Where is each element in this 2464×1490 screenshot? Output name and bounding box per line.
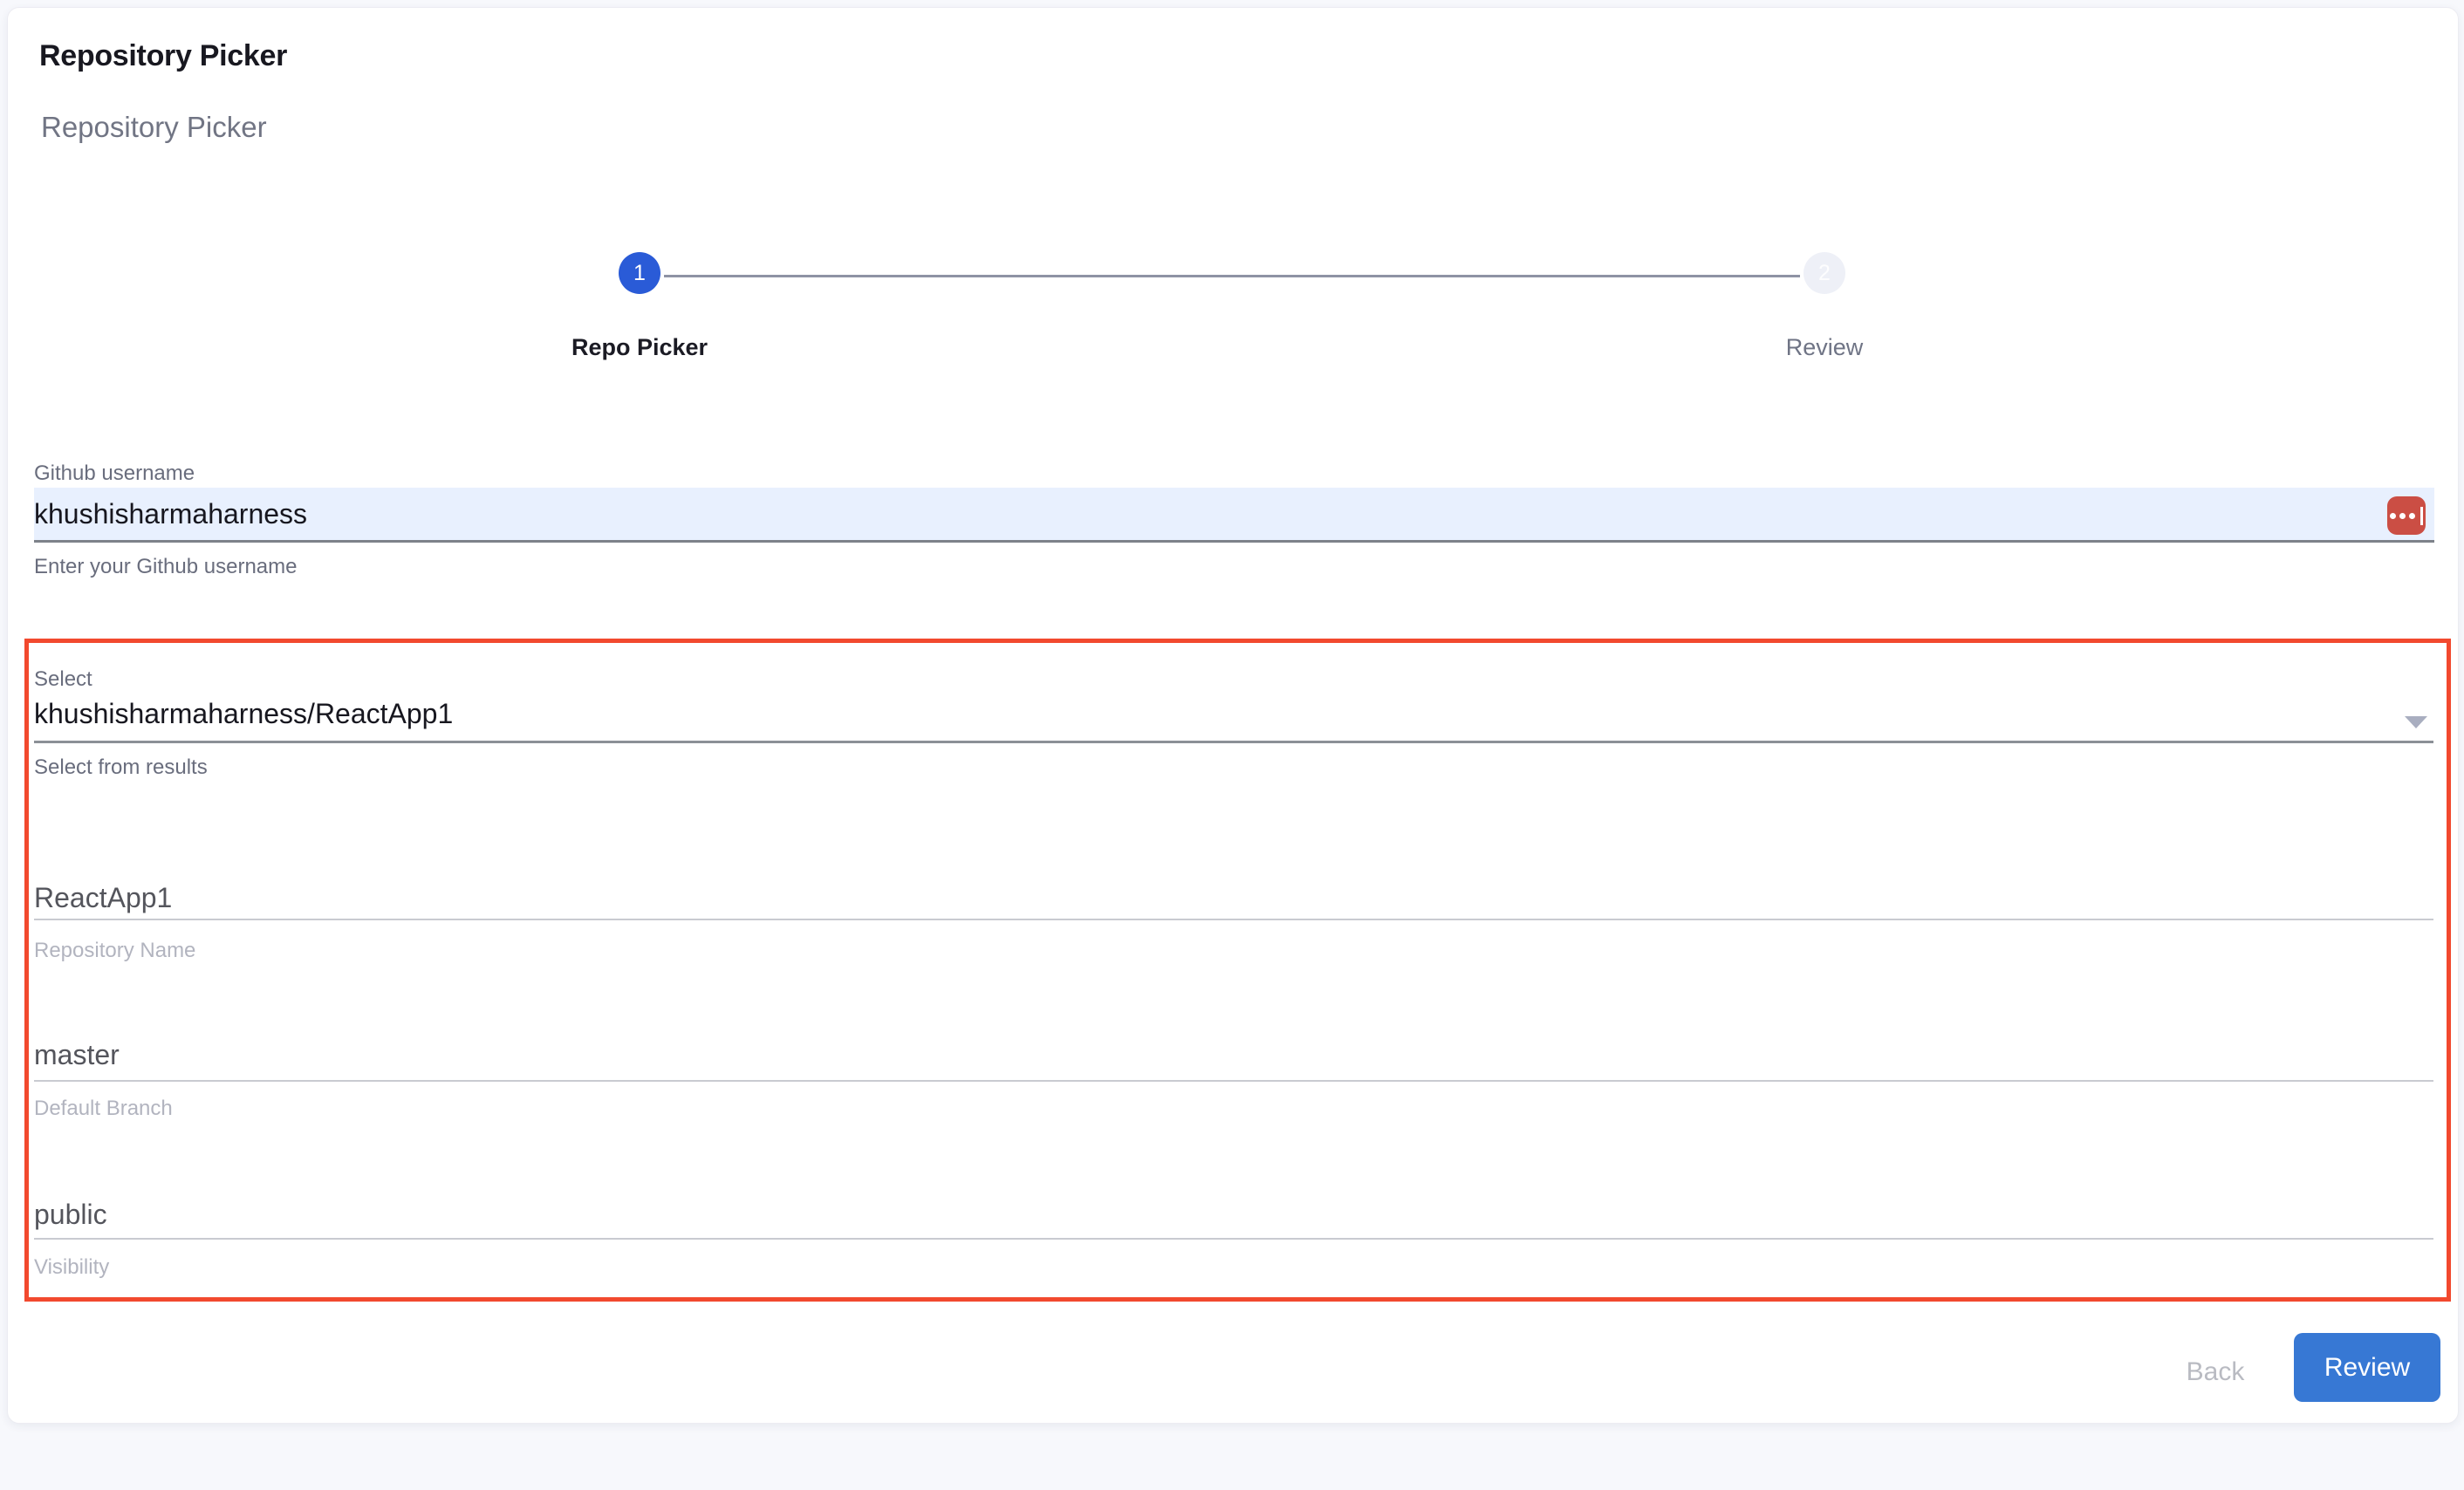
- review-button[interactable]: Review: [2294, 1333, 2440, 1402]
- page-title: Repository Picker: [39, 39, 287, 73]
- back-button[interactable]: Back: [2154, 1347, 2276, 1398]
- password-manager-icon-dot: [2399, 513, 2406, 519]
- password-manager-icon-bar: [2420, 507, 2423, 525]
- stepper-step-2-label[interactable]: Review: [1786, 334, 1864, 361]
- visibility-label: Visibility: [34, 1255, 109, 1280]
- stepper-step-1-label[interactable]: Repo Picker: [572, 334, 708, 361]
- password-manager-icon[interactable]: [2387, 496, 2426, 535]
- github-username-label: Github username: [34, 461, 195, 486]
- password-manager-icon-dot: [2390, 513, 2396, 519]
- page-subtitle: Repository Picker: [41, 111, 267, 144]
- stepper-connector-line: [664, 275, 1800, 277]
- repo-select-underline: [34, 741, 2433, 743]
- default-branch-label: Default Branch: [34, 1097, 173, 1121]
- github-username-input[interactable]: [34, 488, 2434, 543]
- repo-select-label: Select: [34, 667, 92, 692]
- repo-select-helper: Select from results: [34, 755, 208, 780]
- repository-name-label: Repository Name: [34, 939, 195, 963]
- default-branch-field[interactable]: master: [34, 1039, 2433, 1071]
- visibility-field[interactable]: public: [34, 1199, 2433, 1231]
- repository-name-underline: [34, 919, 2433, 920]
- repository-name-field[interactable]: ReactApp1: [34, 882, 2433, 914]
- default-branch-underline: [34, 1080, 2433, 1082]
- repo-select-dropdown[interactable]: khushisharmaharness/ReactApp1: [34, 698, 2433, 730]
- chevron-down-icon[interactable]: [2405, 716, 2427, 728]
- repository-picker-card: Repository Picker Repository Picker 1 2 …: [7, 7, 2459, 1424]
- stepper-step-2-circle[interactable]: 2: [1804, 252, 1845, 294]
- password-manager-icon-dot: [2409, 513, 2415, 519]
- github-username-helper: Enter your Github username: [34, 555, 298, 579]
- stepper-step-1-circle[interactable]: 1: [619, 252, 660, 294]
- visibility-underline: [34, 1238, 2433, 1240]
